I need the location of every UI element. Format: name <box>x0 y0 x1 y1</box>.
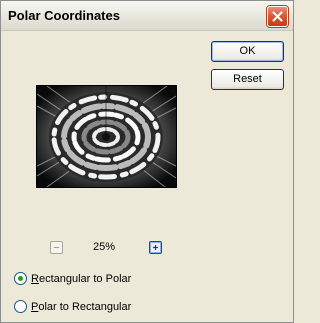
option-rectangular-to-polar[interactable]: Rectangular to Polar <box>14 272 131 285</box>
ok-button[interactable]: OK <box>211 41 284 62</box>
reset-button[interactable]: Reset <box>211 69 284 90</box>
preview-image <box>37 86 176 187</box>
polar-coordinates-dialog: Polar Coordinates OK Reset 25% Rectangul… <box>0 0 294 323</box>
zoom-in-button[interactable] <box>149 241 162 254</box>
option-polar-to-rectangular[interactable]: Polar to Rectangular <box>14 300 131 313</box>
plus-icon <box>153 245 158 250</box>
close-icon <box>272 11 283 22</box>
title-bar[interactable]: Polar Coordinates <box>1 1 293 31</box>
close-button[interactable] <box>267 6 288 27</box>
radio-selected-dot <box>18 276 23 281</box>
radio-polar-to-rectangular[interactable] <box>14 300 27 313</box>
filter-preview[interactable] <box>36 85 177 188</box>
dialog-title: Polar Coordinates <box>8 8 120 23</box>
zoom-out-button[interactable] <box>50 241 63 254</box>
rectangular-to-polar-label[interactable]: Rectangular to Polar <box>31 273 131 285</box>
radio-rectangular-to-polar[interactable] <box>14 272 27 285</box>
minus-icon <box>54 247 59 248</box>
polar-to-rectangular-label[interactable]: Polar to Rectangular <box>31 301 131 313</box>
zoom-level: 25% <box>93 241 116 253</box>
